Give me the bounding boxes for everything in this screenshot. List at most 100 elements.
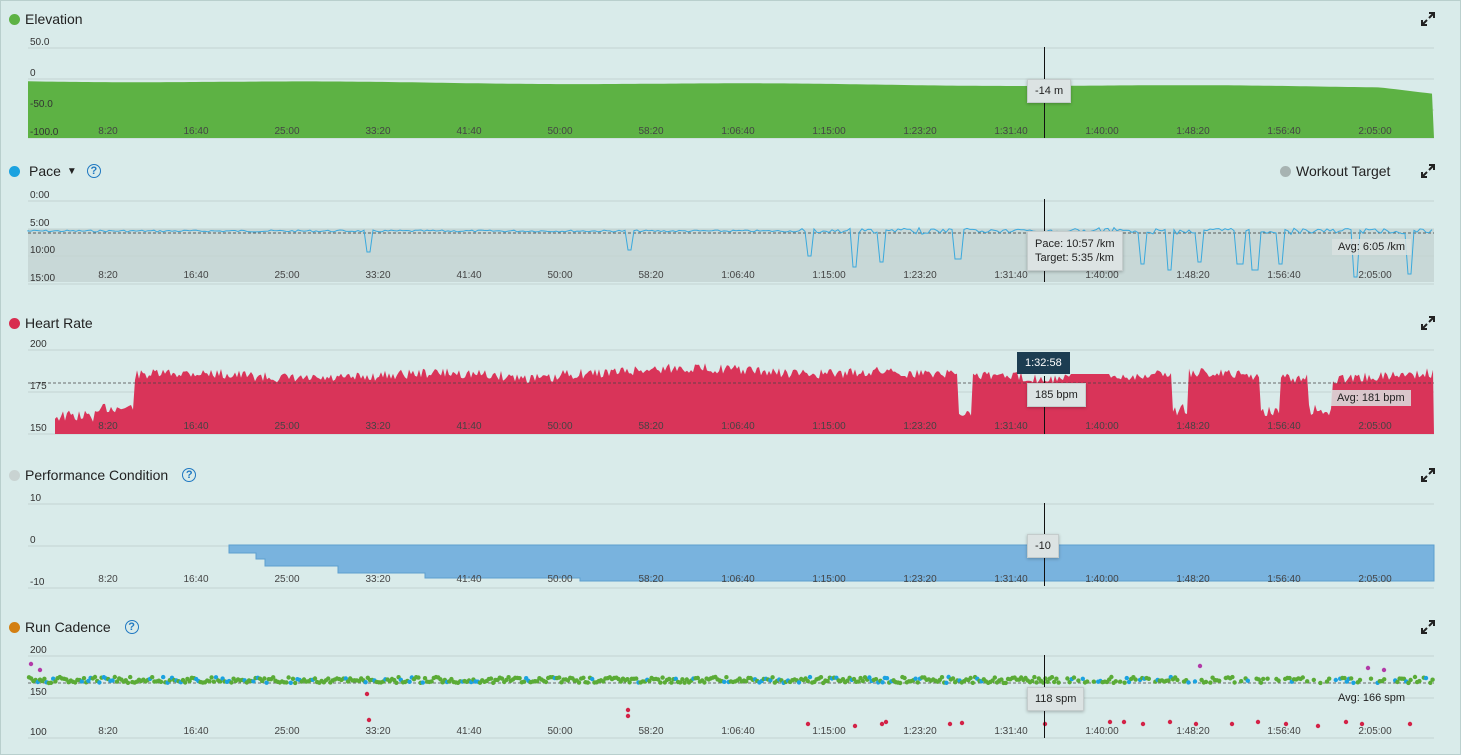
x-tick-label: 50:00 bbox=[547, 421, 572, 432]
heart-rate-avg-label: Avg: 181 bpm bbox=[1331, 390, 1411, 406]
cadence-point bbox=[883, 719, 889, 725]
cadence-point bbox=[394, 680, 399, 685]
x-tick-label: 33:20 bbox=[365, 126, 390, 137]
cadence-point bbox=[1229, 721, 1235, 727]
cadence-point bbox=[262, 676, 267, 681]
cadence-point bbox=[852, 723, 858, 729]
x-tick-label: 50:00 bbox=[547, 126, 572, 137]
cadence-point bbox=[288, 680, 293, 685]
cadence-point bbox=[576, 680, 582, 685]
x-tick-label: 1:40:00 bbox=[1085, 421, 1119, 432]
pace-avg-label: Avg: 6:05 /km bbox=[1332, 239, 1412, 255]
x-tick-label: 1:31:40 bbox=[994, 270, 1028, 281]
cadence-point bbox=[968, 675, 973, 681]
cadence-point bbox=[1430, 677, 1435, 682]
cadence-point bbox=[1239, 679, 1244, 684]
cadence-point bbox=[625, 707, 631, 713]
cadence-point bbox=[209, 675, 214, 680]
cadence-point bbox=[1265, 676, 1270, 681]
cadence-point bbox=[625, 713, 631, 719]
x-tick-label: 1:06:40 bbox=[721, 270, 755, 281]
cadence-point bbox=[158, 679, 164, 684]
cadence-point bbox=[92, 674, 98, 680]
x-tick-label: 16:40 bbox=[183, 421, 208, 432]
x-tick-label: 1:56:40 bbox=[1267, 421, 1301, 432]
cadence-point bbox=[944, 680, 949, 685]
x-tick-label: 1:40:00 bbox=[1085, 126, 1119, 137]
x-tick-label: 8:20 bbox=[98, 574, 118, 585]
performance-chart[interactable]: 10 0 -10 8:20 16:40 25:00 33:20 41:40 50:00 58:2… bbox=[0, 456, 1461, 596]
cadence-point bbox=[1412, 674, 1418, 680]
cadence-point bbox=[1080, 676, 1086, 681]
cadence-point bbox=[1343, 719, 1349, 725]
cadence-point bbox=[724, 675, 729, 680]
cadence-point bbox=[1208, 680, 1213, 685]
y-tick-label: -10 bbox=[30, 577, 45, 588]
cadence-point bbox=[660, 675, 665, 680]
cadence-point bbox=[1091, 679, 1097, 684]
cadence-point bbox=[1276, 678, 1281, 683]
cadence-point bbox=[770, 675, 775, 680]
cadence-point bbox=[1417, 678, 1422, 684]
cadence-chart[interactable]: 200 150 100 8:20 16:40 25:00 33:20 41:40 50:00 5… bbox=[0, 608, 1461, 755]
x-tick-label: 58:20 bbox=[638, 726, 663, 737]
cadence-point bbox=[880, 680, 885, 685]
x-tick-label: 8:20 bbox=[98, 270, 118, 281]
x-tick-label: 33:20 bbox=[365, 421, 390, 432]
cadence-point bbox=[879, 721, 885, 727]
x-tick-label: 1:15:00 bbox=[812, 574, 846, 585]
x-tick-label: 58:20 bbox=[638, 421, 663, 432]
y-tick-label: -100.0 bbox=[30, 127, 59, 138]
cadence-point bbox=[293, 680, 298, 686]
x-tick-label: 41:40 bbox=[456, 270, 481, 281]
y-tick-label: 50.0 bbox=[30, 37, 50, 48]
y-tick-label: 0 bbox=[30, 535, 36, 546]
cadence-point bbox=[517, 676, 522, 681]
cadence-point bbox=[1065, 676, 1070, 681]
x-tick-label: 1:48:20 bbox=[1176, 421, 1210, 432]
cadence-point bbox=[939, 675, 945, 680]
x-tick-label: 1:06:40 bbox=[721, 421, 755, 432]
x-tick-label: 1:48:20 bbox=[1176, 726, 1210, 737]
pace-chart[interactable]: 0:00 5:00 10:00 15:00 8:20 16:40 25:00 33:20 41… bbox=[0, 152, 1461, 292]
x-tick-label: 1:06:40 bbox=[721, 574, 755, 585]
x-tick-label: 2:05:00 bbox=[1358, 421, 1392, 432]
y-tick-label: 0:00 bbox=[30, 190, 50, 201]
cadence-point bbox=[1034, 680, 1039, 685]
x-tick-label: 50:00 bbox=[547, 270, 572, 281]
x-tick-label: 16:40 bbox=[183, 126, 208, 137]
cadence-point bbox=[1003, 680, 1008, 686]
cadence-point bbox=[884, 676, 890, 681]
y-tick-label: 150 bbox=[30, 423, 47, 434]
x-tick-label: 1:40:00 bbox=[1085, 726, 1119, 737]
cadence-point bbox=[326, 676, 331, 681]
heart-rate-chart[interactable]: 200 175 150 8:20 16:40 25:00 33:20 41:40 50:00 5… bbox=[0, 304, 1461, 444]
cadence-point bbox=[658, 680, 663, 685]
y-tick-label: 10:00 bbox=[30, 245, 55, 256]
performance-condition-panel: Performance Condition ? 10 0 -10 8:20 16:40… bbox=[0, 456, 1461, 596]
time-badge: 1:32:58 bbox=[1017, 352, 1070, 374]
y-tick-label: 150 bbox=[30, 687, 47, 698]
x-tick-label: 58:20 bbox=[638, 270, 663, 281]
cadence-point bbox=[1407, 721, 1413, 727]
x-tick-label: 2:05:00 bbox=[1358, 574, 1392, 585]
x-tick-label: 1:40:00 bbox=[1085, 574, 1119, 585]
cadence-point bbox=[1197, 663, 1203, 669]
x-tick-label: 33:20 bbox=[365, 270, 390, 281]
cadence-point bbox=[722, 679, 727, 684]
heart-rate-panel: Heart Rate 200 175 150 8:20 16:40 25:00 33:20… bbox=[0, 304, 1461, 444]
cadence-point bbox=[284, 680, 289, 685]
x-tick-label: 1:56:40 bbox=[1267, 126, 1301, 137]
cadence-point bbox=[1203, 679, 1209, 685]
elevation-tooltip: -14 m bbox=[1027, 79, 1072, 103]
elevation-chart[interactable]: 50.0 0 -50.0 -100.0 8:20 16:40 25:00 33:20 41:4… bbox=[0, 0, 1461, 140]
cadence-point bbox=[1368, 676, 1374, 681]
x-tick-label: 1:15:00 bbox=[812, 726, 846, 737]
cadence-point bbox=[364, 691, 370, 697]
cadence-point bbox=[407, 679, 412, 684]
cadence-point bbox=[1357, 677, 1363, 683]
cadence-point bbox=[805, 721, 811, 727]
cadence-point bbox=[1118, 679, 1123, 684]
x-tick-label: 1:23:20 bbox=[903, 270, 937, 281]
pace-tooltip-target: Target: 5:35 /km bbox=[1035, 252, 1114, 264]
